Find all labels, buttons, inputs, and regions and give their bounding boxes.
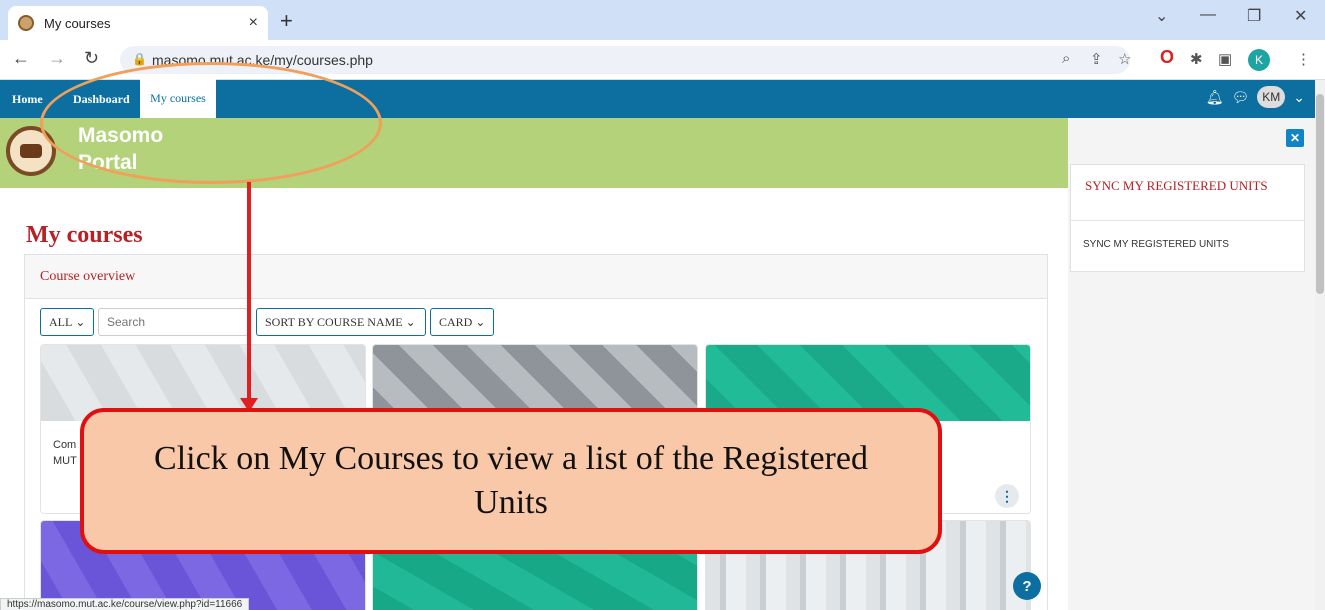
help-button[interactable]: ? [1013,572,1041,600]
pointer-arrow [247,182,251,410]
filter-dropdown[interactable]: ALL ⌄ [40,308,95,336]
filter-label: ALL [49,314,73,329]
bookmark-star-icon[interactable]: ☆ [1118,50,1131,68]
lock-icon: 🔒 [132,52,147,66]
browser-tab[interactable]: My courses × [8,6,268,40]
back-arrow-icon[interactable]: ← [12,48,30,69]
close-window-button[interactable]: ✕ [1294,6,1307,26]
restore-button[interactable]: ❐ [1247,6,1261,26]
side-panel-icon[interactable]: ▣ [1218,50,1232,68]
sort-label: SORT BY COURSE NAME [265,314,403,329]
tab-close-icon[interactable]: × [249,14,258,32]
course-menu-icon[interactable]: ⋮ [995,484,1019,508]
close-drawer-icon[interactable]: ✕ [1286,129,1304,147]
opera-extension-icon[interactable]: O [1160,47,1174,68]
sort-dropdown[interactable]: SORT BY COURSE NAME ⌄ [256,308,426,336]
reload-icon[interactable]: ↻ [84,48,99,69]
notification-bell-icon[interactable]: 🔔︎ [1206,89,1224,106]
view-dropdown[interactable]: CARD ⌄ [430,308,494,336]
new-tab-button[interactable]: + [280,8,293,34]
highlight-oval [40,62,382,184]
course-overview-title: Course overview [25,255,1047,299]
view-label: CARD [439,314,473,329]
chevron-down-icon[interactable]: ⌄ [1293,89,1305,106]
user-avatar[interactable]: KM [1257,86,1286,108]
site-favicon-icon [18,15,34,31]
zoom-icon[interactable]: ⌕ [1062,50,1070,67]
sync-units-title: SYNC MY REGISTERED UNITS [1071,165,1304,221]
minimize-button[interactable]: — [1200,6,1216,24]
messages-icon[interactable]: 💬︎ [1231,89,1249,106]
tab-title: My courses [44,15,111,31]
browser-menu-icon[interactable]: ⋮ [1296,50,1311,68]
nav-home-link[interactable]: Home [12,92,43,107]
sync-units-block: SYNC MY REGISTERED UNITS SYNC MY REGISTE… [1070,164,1305,272]
status-bar-url: https://masomo.mut.ac.ke/course/view.php… [0,598,250,610]
share-icon[interactable]: ⇪ [1090,50,1103,68]
tab-search-icon[interactable]: ⌄ [1155,6,1168,26]
search-input[interactable] [98,308,248,336]
instruction-callout: Click on My Courses to view a list of th… [80,408,942,554]
sync-units-link[interactable]: SYNC MY REGISTERED UNITS [1071,221,1304,268]
forward-arrow-icon[interactable]: → [48,48,66,69]
scrollbar-thumb[interactable] [1316,94,1324,294]
extensions-puzzle-icon[interactable]: ✱ [1190,50,1203,68]
page-title: My courses [26,222,143,248]
profile-avatar[interactable]: K [1248,49,1270,71]
browser-tab-strip: My courses × + ⌄ — ❐ ✕ [0,0,1325,40]
